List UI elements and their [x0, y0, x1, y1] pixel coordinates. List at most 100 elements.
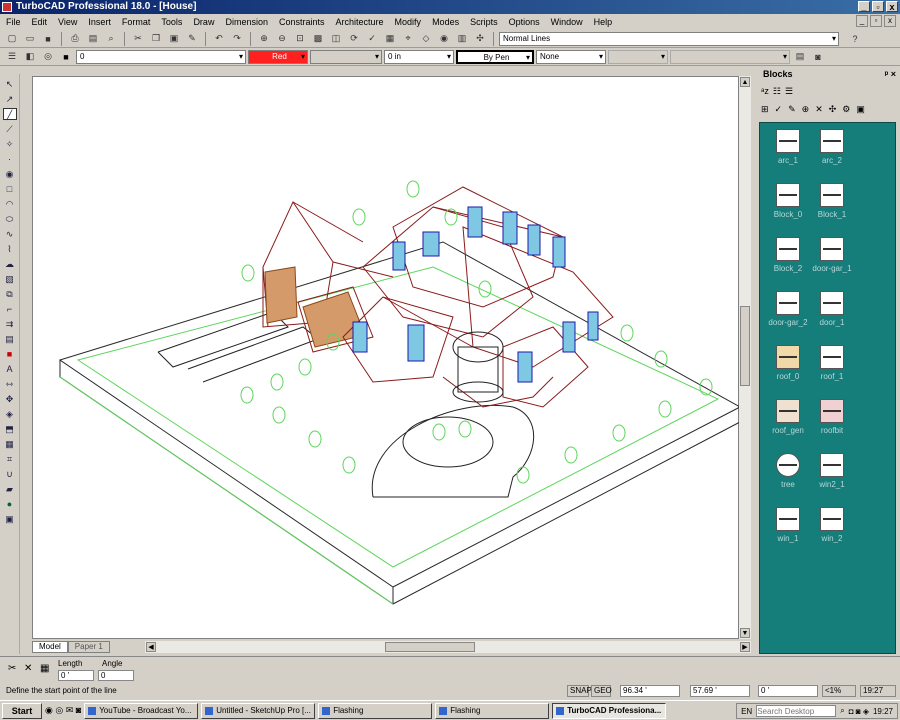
maximize-button[interactable]: ▫: [872, 1, 884, 12]
block-item-roofbit[interactable]: roofbit: [810, 399, 854, 449]
horizontal-scroll-thumb[interactable]: [385, 642, 475, 652]
sphere-icon[interactable]: ●: [3, 498, 17, 510]
block-item-win2-1[interactable]: win2_1: [810, 453, 854, 503]
minimize-button[interactable]: _: [858, 1, 870, 12]
tree-view-icon[interactable]: ☷: [773, 86, 781, 97]
color-combo[interactable]: Red: [248, 49, 308, 64]
tab-paper[interactable]: Paper 1: [67, 641, 110, 653]
menu-architecture[interactable]: Architecture: [336, 17, 384, 27]
point-icon[interactable]: ·: [3, 153, 17, 165]
help-pointer-icon[interactable]: ?: [847, 32, 863, 46]
tool-icon[interactable]: ✂: [8, 663, 16, 674]
snap-icon[interactable]: ⌖: [400, 32, 416, 46]
length-input[interactable]: 0 ': [58, 670, 94, 681]
menu-draw[interactable]: Draw: [193, 17, 214, 27]
sort-az-icon[interactable]: ᵃz: [761, 86, 769, 97]
block-item-win-2[interactable]: win_2: [810, 507, 854, 557]
explode-icon[interactable]: ✣: [472, 32, 488, 46]
node-edit-icon[interactable]: ↗: [3, 93, 17, 105]
wall-tool-icon[interactable]: ▰: [3, 483, 17, 495]
explode-block-icon[interactable]: ✣: [829, 104, 837, 115]
app-icon[interactable]: [2, 2, 12, 12]
style-combo[interactable]: [670, 49, 790, 64]
color-fill-icon[interactable]: ■: [3, 348, 17, 360]
zoom-all-icon[interactable]: ◫: [328, 32, 344, 46]
table-icon[interactable]: ▦: [40, 663, 49, 674]
task-flashing-2[interactable]: Flashing: [435, 702, 550, 719]
zoom-extents-icon[interactable]: ▩: [310, 32, 326, 46]
measure-icon[interactable]: ⌗: [3, 453, 17, 465]
dimension-icon[interactable]: ⇿: [3, 378, 17, 390]
drawing-canvas[interactable]: [32, 76, 742, 639]
fill-combo[interactable]: None: [536, 49, 606, 64]
grid-icon[interactable]: ▦: [382, 32, 398, 46]
cancel-icon[interactable]: ✕: [24, 663, 32, 674]
text-tool-icon[interactable]: A: [3, 363, 17, 375]
x-coordinate[interactable]: 96.34 ': [620, 685, 680, 697]
menu-file[interactable]: File: [6, 17, 21, 27]
task-flashing-1[interactable]: Flashing: [318, 702, 433, 719]
list-view-icon[interactable]: ☰: [785, 86, 793, 97]
linestyle-preview-combo[interactable]: [310, 49, 382, 64]
start-button[interactable]: Start: [2, 702, 42, 719]
new-block-icon[interactable]: ⊕: [802, 104, 810, 115]
menu-help[interactable]: Help: [594, 17, 613, 27]
hatch-icon[interactable]: ▧: [3, 273, 17, 285]
doc-minimize-icon[interactable]: _: [856, 15, 868, 27]
block-item-block-1[interactable]: Block_1: [810, 183, 854, 233]
thickness-combo[interactable]: 0 in: [384, 49, 454, 64]
doc-close-icon[interactable]: x: [884, 15, 896, 27]
block-item-tree[interactable]: tree: [766, 453, 810, 503]
apply-icon[interactable]: ✓: [775, 104, 783, 115]
scroll-left-icon[interactable]: ◀: [146, 642, 156, 652]
pin-close-icon[interactable]: ᵖ ×: [885, 66, 896, 82]
tab-model[interactable]: Model: [32, 641, 68, 653]
search-icon[interactable]: ⌕: [840, 706, 844, 716]
tray-icons[interactable]: ◘ ◙ ◈: [849, 707, 869, 716]
block-library-icon[interactable]: ▣: [856, 104, 865, 115]
visibility-eye-icon[interactable]: ◎: [40, 50, 56, 64]
spline-icon[interactable]: ⌇: [3, 243, 17, 255]
block-item-block-0[interactable]: Block_0: [766, 183, 810, 233]
layers-icon[interactable]: ▥: [454, 32, 470, 46]
layer-settings-icon[interactable]: ☰: [4, 50, 20, 64]
geo-toggle[interactable]: GEO: [591, 685, 612, 697]
circle-icon[interactable]: ◉: [3, 168, 17, 180]
block-item-win-1[interactable]: win_1: [766, 507, 810, 557]
pen-combo[interactable]: By Pen: [456, 49, 534, 64]
menu-format[interactable]: Format: [122, 17, 151, 27]
insert-block-icon[interactable]: ⊞: [761, 104, 769, 115]
layer-icon[interactable]: ◧: [22, 50, 38, 64]
redo-icon[interactable]: ↷: [229, 32, 245, 46]
rectangle-icon[interactable]: □: [3, 183, 17, 195]
horizontal-scrollbar[interactable]: ◀ ▶: [145, 641, 751, 653]
arc-icon[interactable]: ◠: [3, 198, 17, 210]
zoom-out-icon[interactable]: ⊖: [274, 32, 290, 46]
curve-icon[interactable]: ∿: [3, 228, 17, 240]
extrude-icon[interactable]: ⬒: [3, 423, 17, 435]
block-item-block-2[interactable]: Block_2: [766, 237, 810, 287]
save-icon[interactable]: ■: [40, 32, 56, 46]
snap-magnet-icon[interactable]: ∪: [3, 468, 17, 480]
close-button[interactable]: x: [886, 1, 898, 12]
menu-edit[interactable]: Edit: [32, 17, 48, 27]
desktop-search-input[interactable]: [756, 705, 837, 717]
redraw-icon[interactable]: ⟳: [346, 32, 362, 46]
menu-constraints[interactable]: Constraints: [279, 17, 325, 27]
linestyle-combo[interactable]: Normal Lines: [499, 31, 839, 46]
snap-toggle[interactable]: SNAP: [567, 685, 592, 697]
edit-block-icon[interactable]: ✎: [788, 104, 796, 115]
format-painter-icon[interactable]: ✎: [184, 32, 200, 46]
polyline-icon[interactable]: ⟋: [3, 123, 17, 135]
block-properties-icon[interactable]: ⚙: [842, 104, 850, 115]
paste-icon[interactable]: ▣: [166, 32, 182, 46]
move-icon[interactable]: ✥: [3, 393, 17, 405]
vertical-scroll-thumb[interactable]: [740, 306, 750, 386]
ellipse-icon[interactable]: ⬭: [3, 213, 17, 225]
open-file-icon[interactable]: ▭: [22, 32, 38, 46]
z-coordinate[interactable]: 0 ': [758, 685, 818, 697]
block-item-arc-1[interactable]: arc_1: [766, 129, 810, 179]
3d-object-icon[interactable]: ◈: [3, 408, 17, 420]
quicklaunch-icons[interactable]: ◉ ◎ ✉ ◙: [45, 705, 81, 716]
menu-dimension[interactable]: Dimension: [225, 17, 268, 27]
